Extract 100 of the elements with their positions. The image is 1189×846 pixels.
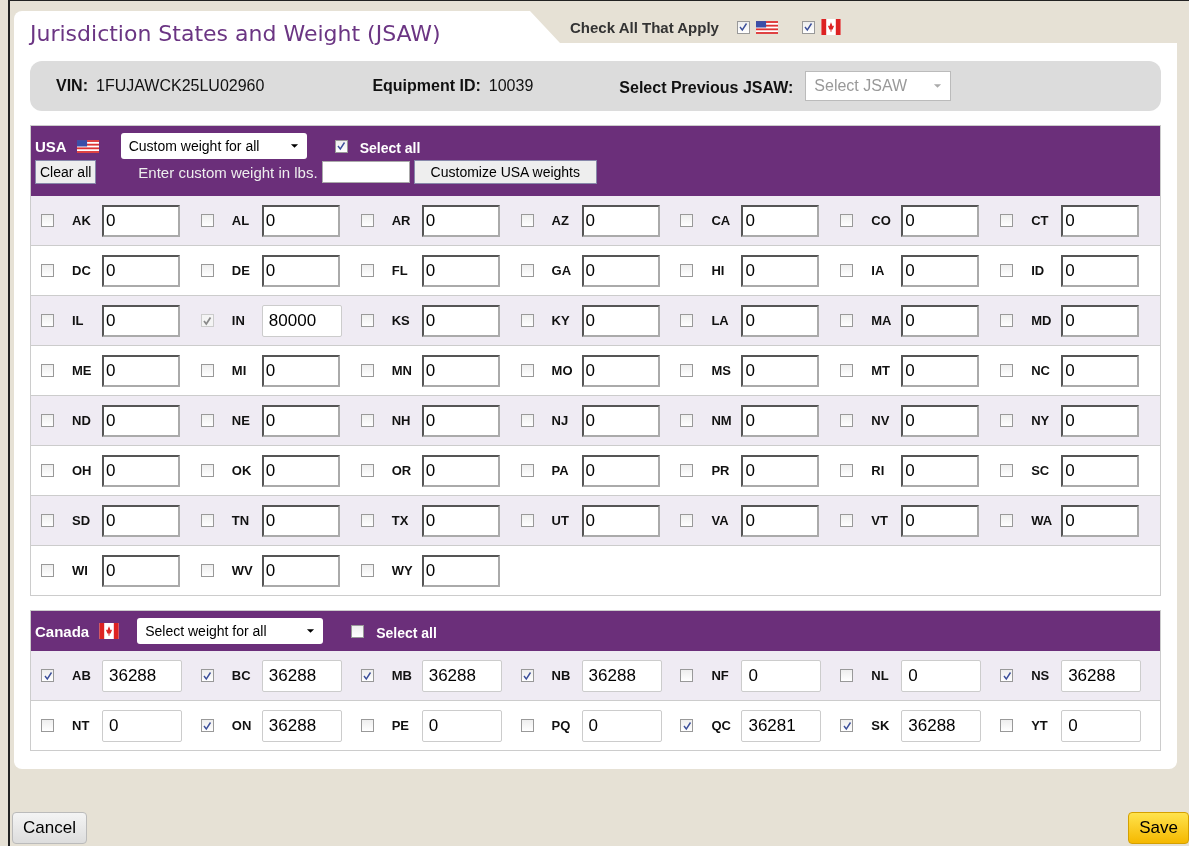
- weight-input[interactable]: 0: [421, 354, 500, 387]
- weight-input[interactable]: 0: [581, 404, 660, 437]
- state-checkbox[interactable]: [360, 264, 374, 277]
- state-checkbox[interactable]: [41, 414, 54, 427]
- state-checkbox[interactable]: [680, 214, 694, 227]
- state-checkbox[interactable]: [520, 364, 534, 377]
- state-checkbox[interactable]: [840, 214, 854, 227]
- weight-input[interactable]: 0: [901, 504, 980, 537]
- state-checkbox[interactable]: [680, 414, 694, 427]
- weight-input[interactable]: 0: [421, 404, 500, 437]
- customize-weights-button[interactable]: Customize USA weights: [413, 160, 597, 184]
- state-checkbox[interactable]: [41, 364, 54, 377]
- state-checkbox[interactable]: [520, 214, 534, 227]
- weight-input[interactable]: 0: [261, 504, 340, 537]
- weight-input[interactable]: 0: [102, 254, 180, 287]
- state-checkbox[interactable]: [680, 264, 694, 277]
- weight-input[interactable]: 0: [261, 254, 340, 287]
- weight-input[interactable]: 0: [1061, 254, 1140, 287]
- province-checkbox[interactable]: [200, 719, 214, 732]
- state-checkbox[interactable]: [200, 564, 214, 577]
- select-all-checkbox[interactable]: [351, 624, 365, 638]
- state-checkbox[interactable]: [840, 414, 854, 427]
- state-checkbox[interactable]: [41, 464, 54, 477]
- province-checkbox[interactable]: [680, 669, 694, 682]
- weight-dropdown[interactable]: Select weight for all: [137, 618, 324, 644]
- clear-all-button[interactable]: Clear all: [35, 160, 97, 184]
- weight-input[interactable]: 0: [901, 404, 980, 437]
- state-checkbox[interactable]: [1000, 464, 1014, 477]
- weight-input[interactable]: 0: [1061, 454, 1140, 487]
- select-all-checkbox[interactable]: [334, 139, 348, 153]
- weight-input[interactable]: 0: [1061, 404, 1140, 437]
- weight-input[interactable]: 0: [102, 404, 180, 437]
- weight-input[interactable]: 0: [741, 254, 820, 287]
- state-checkbox[interactable]: [360, 414, 374, 427]
- state-checkbox[interactable]: [520, 314, 534, 327]
- state-checkbox[interactable]: [360, 214, 374, 227]
- weight-input[interactable]: 0: [901, 354, 980, 387]
- weight-input[interactable]: 0: [741, 659, 822, 692]
- state-checkbox[interactable]: [200, 214, 214, 227]
- state-checkbox[interactable]: [41, 264, 54, 277]
- weight-input[interactable]: 0: [261, 454, 340, 487]
- state-checkbox[interactable]: [41, 564, 54, 577]
- weight-input[interactable]: 0: [261, 354, 340, 387]
- province-checkbox[interactable]: [41, 669, 54, 682]
- province-checkbox[interactable]: [1000, 719, 1014, 732]
- cancel-button[interactable]: Cancel: [12, 812, 87, 844]
- state-checkbox[interactable]: [360, 464, 374, 477]
- weight-input[interactable]: 36288: [421, 659, 502, 692]
- weight-input[interactable]: 0: [581, 504, 660, 537]
- state-checkbox[interactable]: [41, 314, 54, 327]
- weight-input[interactable]: 36288: [102, 659, 182, 692]
- state-checkbox[interactable]: [41, 214, 54, 227]
- weight-input[interactable]: 0: [102, 554, 180, 587]
- state-checkbox[interactable]: [520, 264, 534, 277]
- state-checkbox[interactable]: [200, 414, 214, 427]
- state-checkbox[interactable]: [200, 464, 214, 477]
- weight-input[interactable]: 0: [741, 504, 820, 537]
- state-checkbox[interactable]: [41, 514, 54, 527]
- weight-dropdown[interactable]: Custom weight for all: [120, 133, 307, 159]
- weight-input[interactable]: 0: [1061, 504, 1140, 537]
- weight-input[interactable]: 0: [581, 354, 660, 387]
- state-checkbox[interactable]: [200, 364, 214, 377]
- custom-weight-input[interactable]: [321, 161, 410, 183]
- weight-input[interactable]: 0: [1061, 709, 1142, 742]
- weight-input[interactable]: 0: [901, 204, 980, 237]
- weight-input[interactable]: 36288: [901, 709, 982, 742]
- weight-input[interactable]: 0: [102, 204, 180, 237]
- state-checkbox[interactable]: [520, 414, 534, 427]
- province-checkbox[interactable]: [360, 669, 374, 682]
- weight-input[interactable]: 0: [581, 709, 662, 742]
- weight-input[interactable]: 0: [581, 254, 660, 287]
- weight-input[interactable]: 0: [741, 354, 820, 387]
- weight-input[interactable]: 0: [741, 304, 820, 337]
- weight-input[interactable]: 0: [261, 554, 340, 587]
- weight-input[interactable]: 0: [421, 554, 500, 587]
- weight-input[interactable]: 36288: [581, 659, 662, 692]
- province-checkbox[interactable]: [1000, 669, 1014, 682]
- state-checkbox[interactable]: [680, 464, 694, 477]
- state-checkbox[interactable]: [1000, 514, 1014, 527]
- state-checkbox[interactable]: [1000, 314, 1014, 327]
- state-checkbox[interactable]: [1000, 364, 1014, 377]
- state-checkbox[interactable]: [840, 314, 854, 327]
- province-checkbox[interactable]: [520, 669, 534, 682]
- weight-input[interactable]: 0: [102, 354, 180, 387]
- weight-input[interactable]: 0: [102, 504, 180, 537]
- checkbox[interactable]: [801, 20, 815, 34]
- weight-input[interactable]: 0: [1061, 204, 1140, 237]
- weight-input[interactable]: 0: [261, 404, 340, 437]
- state-checkbox[interactable]: [680, 514, 694, 527]
- save-button[interactable]: Save: [1128, 812, 1189, 844]
- weight-input[interactable]: 0: [102, 304, 180, 337]
- state-checkbox[interactable]: [840, 364, 854, 377]
- state-checkbox[interactable]: [360, 314, 374, 327]
- state-checkbox[interactable]: [1000, 214, 1014, 227]
- weight-input[interactable]: 0: [421, 454, 500, 487]
- state-checkbox[interactable]: [680, 364, 694, 377]
- province-checkbox[interactable]: [360, 719, 374, 732]
- weight-input[interactable]: 36288: [1061, 659, 1142, 692]
- weight-input[interactable]: 0: [581, 204, 660, 237]
- state-checkbox[interactable]: [200, 514, 214, 527]
